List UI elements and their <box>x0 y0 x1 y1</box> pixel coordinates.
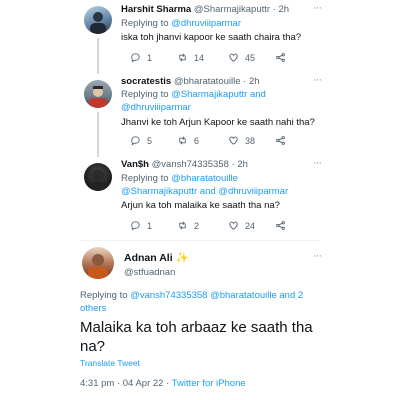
tweet-meta: 4:31 pm · 04 Apr 22 · Twitter for iPhone <box>80 378 246 389</box>
mention-link[interactable]: @bharatatouille <box>171 173 238 184</box>
replying-prefix: Replying to <box>121 18 169 29</box>
display-name-text: Adnan Ali <box>124 252 173 264</box>
avatar[interactable] <box>84 80 112 108</box>
reply-icon <box>131 53 140 63</box>
replying-prefix: Replying to <box>121 89 169 100</box>
like-count: 24 <box>245 220 256 231</box>
retweet-icon <box>179 221 186 230</box>
timestamp[interactable]: · 2h <box>232 159 248 170</box>
timestamp[interactable]: · 2h <box>243 76 259 87</box>
share-button[interactable] <box>275 52 286 63</box>
tweet-source[interactable]: Twitter for iPhone <box>172 378 246 389</box>
retweet-count: 14 <box>194 52 205 63</box>
heart-icon <box>229 53 238 62</box>
retweet-icon <box>179 53 186 62</box>
handle[interactable]: @bharatatouille <box>174 76 241 87</box>
mention-link[interactable]: @dhruviiiparmar <box>121 101 266 114</box>
share-icon <box>276 53 285 62</box>
replying-to: Replying to @dhruviiiparmar <box>121 17 241 30</box>
reply-tweet[interactable]: Van$h @vansh74335358 · 2h ··· Replying t… <box>0 157 400 239</box>
reply-tweet[interactable]: socratestis @bharatatouille · 2h ··· Rep… <box>0 74 400 157</box>
display-name[interactable]: Adnan Ali ✨ <box>124 251 189 264</box>
tweet-actions: 1 14 45 <box>130 52 300 66</box>
display-name[interactable]: Van$h <box>121 159 149 170</box>
tweet-actions: 5 6 38 <box>130 135 300 149</box>
reply-count: 1 <box>147 52 153 63</box>
retweet-count: 6 <box>194 135 200 146</box>
reply-header: socratestis @bharatatouille · 2h <box>121 76 260 87</box>
handle[interactable]: @vansh74335358 <box>152 159 229 170</box>
avatar[interactable] <box>82 247 114 279</box>
avatar[interactable] <box>84 6 112 34</box>
tweet-text: Jhanvi ke toh Arjun Kapoor ke saath nahi… <box>121 117 315 128</box>
share-icon <box>276 136 285 145</box>
reply-tweet[interactable]: Harshit Sharma @Sharmajikaputtr · 2h ···… <box>0 0 400 74</box>
mention-link[interactable]: @dhruviiiparmar <box>171 18 241 29</box>
divider <box>80 240 320 241</box>
heart-icon <box>229 136 238 145</box>
reply-count: 1 <box>147 220 153 231</box>
more-icon[interactable]: ··· <box>313 250 322 262</box>
sparkle-icon: ✨ <box>175 252 189 264</box>
share-icon <box>276 221 285 230</box>
timestamp[interactable]: · 2h <box>273 4 289 15</box>
replying-prefix: Replying to <box>80 290 128 301</box>
heart-icon <box>229 221 238 230</box>
reply-button[interactable]: 1 <box>130 220 152 231</box>
tweet-text: Malaika ka toh arbaaz ke saath tha na? <box>80 319 313 355</box>
reply-icon <box>131 221 140 231</box>
mention-link[interactable]: @Sharmajikaputtr and @dhruviiiparmar <box>121 185 288 198</box>
reply-button[interactable]: 5 <box>130 135 152 146</box>
tweet-text: iska toh jhanvi kapoor ke saath chaira t… <box>121 32 302 43</box>
reply-icon <box>131 136 140 146</box>
handle[interactable]: @Sharmajikaputtr <box>194 4 270 15</box>
retweet-icon <box>179 136 186 145</box>
replying-to: Replying to @Sharmajikaputtr and @dhruvi… <box>121 88 266 114</box>
mention-link[interactable]: @Sharmajikaputtr and <box>171 89 266 100</box>
share-button[interactable] <box>275 135 286 146</box>
handle[interactable]: @stfuadnan <box>124 267 175 278</box>
more-icon[interactable]: ··· <box>313 74 322 86</box>
like-button[interactable]: 24 <box>228 220 255 231</box>
retweet-button[interactable]: 6 <box>177 135 199 146</box>
avatar[interactable] <box>84 163 112 191</box>
replying-prefix: Replying to <box>121 173 169 184</box>
reply-header: Harshit Sharma @Sharmajikaputtr · 2h <box>121 4 289 15</box>
retweet-button[interactable]: 2 <box>177 220 199 231</box>
display-name[interactable]: Harshit Sharma <box>121 4 191 15</box>
reply-header: Van$h @vansh74335358 · 2h <box>121 159 248 170</box>
tweet-timestamp[interactable]: 4:31 pm · 04 Apr 22 · <box>80 378 169 389</box>
like-count: 45 <box>245 52 256 63</box>
tweet-text: Arjun ka toh malaika ke saath tha na? <box>121 200 280 211</box>
share-button[interactable] <box>275 220 286 231</box>
more-icon[interactable]: ··· <box>313 157 322 169</box>
like-button[interactable]: 38 <box>228 135 255 146</box>
replying-to: Replying to @bharatatouille @Sharmajikap… <box>121 172 288 198</box>
display-name[interactable]: socratestis <box>121 76 171 87</box>
reply-button[interactable]: 1 <box>130 52 152 63</box>
replying-to: Replying to @vansh74335358 @bharatatouil… <box>80 289 325 315</box>
retweet-count: 2 <box>194 220 200 231</box>
more-icon[interactable]: ··· <box>313 2 322 14</box>
retweet-button[interactable]: 14 <box>177 52 204 63</box>
translate-tweet-link[interactable]: Translate Tweet <box>80 358 140 368</box>
like-button[interactable]: 45 <box>228 52 255 63</box>
reply-count: 5 <box>147 135 153 146</box>
tweet-actions: 1 2 24 <box>130 220 300 234</box>
like-count: 38 <box>245 135 256 146</box>
